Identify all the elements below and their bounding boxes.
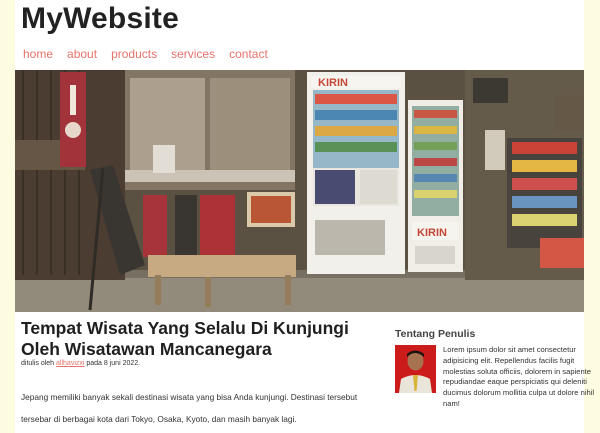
hero-image: KIRIN KIRIN bbox=[15, 70, 584, 312]
author-bio: Lorem ipsum dolor sit amet consectetur a… bbox=[443, 345, 595, 408]
post-title[interactable]: Tempat Wisata Yang Selalu Di Kunjungi Ol… bbox=[21, 318, 371, 360]
post-body: Jepang memiliki banyak sekali destinasi … bbox=[21, 392, 358, 424]
nav-services[interactable]: services bbox=[171, 47, 215, 61]
post-meta-suffix: pada 8 juni 2022. bbox=[84, 360, 141, 367]
post-meta-prefix: ditulis oleh bbox=[21, 360, 57, 367]
nav-about[interactable]: about bbox=[67, 47, 97, 61]
author-photo bbox=[395, 345, 436, 393]
page-container: MyWebsite home about products services c… bbox=[15, 0, 594, 433]
nav-contact[interactable]: contact bbox=[229, 47, 268, 61]
site-title[interactable]: MyWebsite bbox=[21, 2, 179, 36]
post-meta: ditulis oleh allhavizxi pada 8 juni 2022… bbox=[21, 360, 140, 367]
post-author-link[interactable]: allhavizxi bbox=[56, 360, 84, 367]
nav-products[interactable]: products bbox=[111, 47, 157, 61]
main-nav: home about products services contact bbox=[23, 47, 268, 61]
nav-home[interactable]: home bbox=[23, 47, 53, 61]
sidebar-title: Tentang Penulis bbox=[395, 328, 476, 340]
